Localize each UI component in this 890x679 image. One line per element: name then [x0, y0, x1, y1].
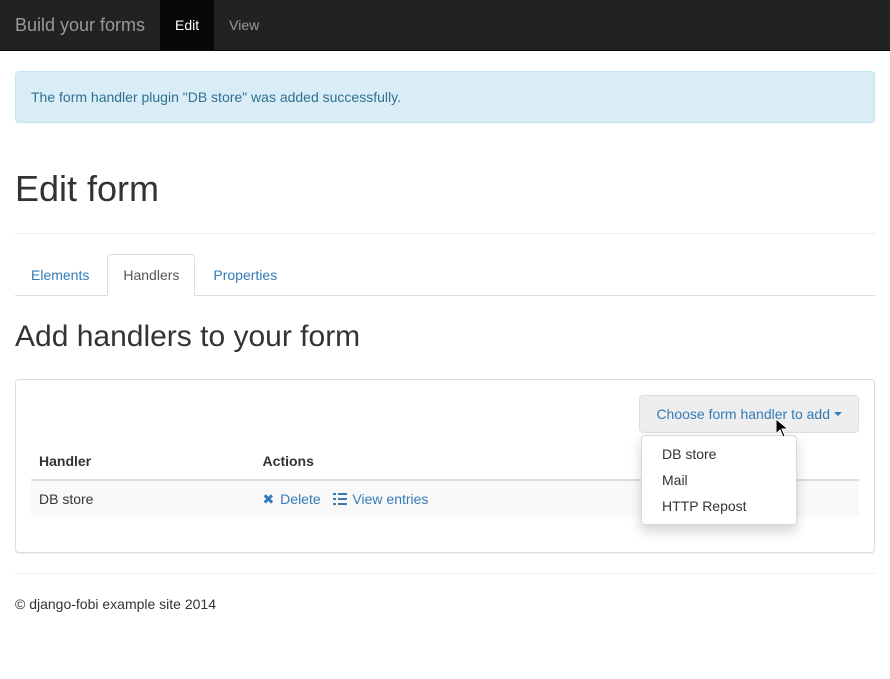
delete-label: Delete	[280, 491, 320, 507]
tab-handlers-link[interactable]: Handlers	[107, 254, 195, 296]
navbar: Build your forms Edit View	[0, 0, 890, 51]
tab-properties[interactable]: Properties	[197, 254, 295, 296]
handlers-panel: Choose form handler to add DB store Mail…	[15, 379, 875, 553]
tab-elements[interactable]: Elements	[15, 254, 107, 296]
dropdown-option-mail[interactable]: Mail	[642, 467, 796, 493]
view-entries-label: View entries	[352, 491, 428, 507]
delete-icon: ✖	[263, 489, 275, 509]
section-title: Add handlers to your form	[15, 316, 875, 359]
tab-handlers[interactable]: Handlers	[107, 254, 197, 296]
dropdown-option-db-store[interactable]: DB store	[642, 441, 796, 467]
dropdown-option-http-repost[interactable]: HTTP Repost	[642, 493, 796, 519]
navbar-brand[interactable]: Build your forms	[0, 0, 160, 50]
view-entries-link[interactable]: View entries	[333, 491, 429, 507]
delete-link[interactable]: ✖ Delete	[263, 491, 325, 507]
footer-text: © django-fobi example site 2014	[15, 594, 875, 614]
handler-dropdown-menu: DB store Mail HTTP Repost	[641, 435, 797, 525]
alert-message: The form handler plugin "DB store" was a…	[31, 89, 401, 105]
choose-handler-label: Choose form handler to add	[656, 406, 830, 422]
page-title: Edit form	[15, 163, 875, 214]
cell-handler-name: DB store	[31, 480, 255, 517]
tab-elements-link[interactable]: Elements	[15, 254, 105, 296]
tab-properties-link[interactable]: Properties	[197, 254, 293, 296]
th-handler: Handler	[31, 443, 255, 480]
caret-down-icon	[834, 412, 842, 416]
list-icon	[333, 489, 347, 509]
nav-item-view[interactable]: View	[214, 0, 274, 50]
choose-handler-button[interactable]: Choose form handler to add	[639, 395, 859, 433]
nav-tabs: Elements Handlers Properties	[15, 254, 875, 296]
alert-success: The form handler plugin "DB store" was a…	[15, 71, 875, 123]
footer-divider	[15, 573, 875, 574]
nav-item-edit[interactable]: Edit	[160, 0, 214, 50]
